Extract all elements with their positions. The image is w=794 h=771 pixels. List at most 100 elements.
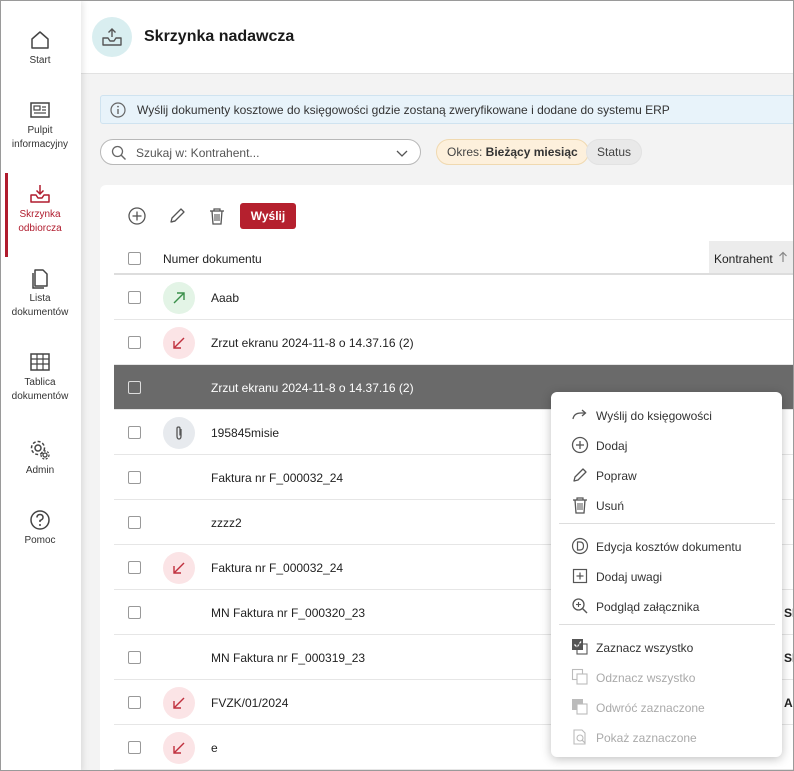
document-type-avatar	[163, 327, 195, 359]
status-label: Status	[597, 145, 632, 159]
sidebar-item-table[interactable]: Tablica dokumentów	[1, 351, 79, 404]
select-all-icon	[572, 639, 588, 655]
menu-item-show-selected[interactable]: Pokaż zaznaczone	[551, 722, 782, 752]
pencil-icon	[573, 468, 587, 482]
document-type-avatar	[163, 732, 195, 764]
document-number: Faktura nr F_000032_24	[211, 561, 344, 575]
menu-item-label: Odznacz wszystko	[596, 671, 696, 685]
row-checkbox[interactable]	[128, 561, 141, 574]
delete-trash-icon[interactable]	[207, 206, 227, 226]
row-checkbox[interactable]	[128, 516, 141, 529]
send-button[interactable]: Wyślij	[240, 203, 296, 229]
search-icon	[111, 145, 126, 160]
home-icon	[31, 31, 49, 49]
menu-divider	[559, 624, 775, 625]
menu-item-send-arrow[interactable]: Wyślij do księgowości	[551, 400, 782, 430]
cost-circle-icon	[571, 537, 589, 555]
row-checkbox[interactable]	[128, 696, 141, 709]
search-field[interactable]	[100, 139, 421, 165]
trash-icon	[573, 497, 587, 514]
menu-item-cost-circle[interactable]: Edycja kosztów dokumentu	[551, 531, 782, 561]
menu-item-select-all[interactable]: Zaznacz wszystko	[551, 632, 782, 662]
info-banner: Wyślij dokumenty kosztowe do księgowości…	[100, 95, 793, 124]
menu-item-label: Dodaj uwagi	[596, 570, 663, 584]
menu-item-trash[interactable]: Usuń	[551, 490, 782, 520]
document-type-avatar	[163, 417, 195, 449]
app-window: Start Pulpit informacyjny Skrzynka odbio…	[0, 0, 794, 771]
sidebar-item-help[interactable]: Pomoc	[1, 509, 79, 548]
column-header-contractor-label: Kontrahent	[714, 252, 773, 266]
menu-item-label: Podgląd załącznika	[596, 600, 700, 614]
inbox-icon	[30, 185, 50, 203]
document-type-avatar	[163, 687, 195, 719]
add-circle-icon	[571, 436, 589, 454]
info-icon	[110, 102, 126, 118]
show-selected-icon	[573, 729, 586, 745]
page-header: Skrzynka nadawcza	[81, 1, 793, 74]
table-row[interactable]: Zrzut ekranu 2024-11-8 o 14.37.16 (2)	[114, 320, 793, 365]
document-number: FVZK/01/2024	[211, 696, 289, 710]
row-checkbox[interactable]	[128, 291, 141, 304]
sidebar-item-inbox[interactable]: Skrzynka odbiorcza	[1, 173, 79, 257]
sidebar-item-label: Skrzynka odbiorcza	[18, 209, 62, 234]
outbox-icon	[92, 17, 132, 57]
help-icon	[30, 510, 50, 530]
row-checkbox[interactable]	[128, 606, 141, 619]
period-filter-chip[interactable]: Okres: Bieżący miesiąc	[436, 139, 589, 165]
contractor-cell: A	[784, 696, 793, 710]
sidebar-item-start[interactable]: Start	[1, 29, 79, 68]
menu-item-invert-selection[interactable]: Odwróć zaznaczone	[551, 692, 782, 722]
menu-item-label: Edycja kosztów dokumentu	[596, 540, 742, 554]
document-number: zzzz2	[211, 516, 242, 530]
context-menu: Wyślij do księgowości Dodaj Popraw Usuń Edyc…	[551, 392, 782, 757]
menu-item-deselect-all[interactable]: Odznacz wszystko	[551, 662, 782, 692]
invert-selection-icon	[572, 699, 588, 715]
menu-item-zoom[interactable]: Podgląd załącznika	[551, 591, 782, 621]
menu-divider	[559, 523, 775, 524]
info-text: Wyślij dokumenty kosztowe do księgowości…	[137, 103, 670, 117]
row-checkbox[interactable]	[128, 471, 141, 484]
menu-item-pencil[interactable]: Popraw	[551, 460, 782, 490]
table-icon	[30, 353, 50, 371]
add-icon[interactable]	[127, 206, 147, 226]
menu-item-add-note[interactable]: Dodaj uwagi	[551, 561, 782, 591]
add-note-icon	[572, 568, 588, 584]
row-checkbox[interactable]	[128, 741, 141, 754]
zoom-icon	[572, 598, 588, 614]
select-all-checkbox[interactable]	[128, 252, 141, 265]
search-input[interactable]	[136, 144, 386, 161]
menu-item-label: Odwróć zaznaczone	[596, 701, 705, 715]
status-filter-chip[interactable]: Status	[586, 139, 643, 165]
send-arrow-icon	[572, 409, 587, 420]
document-number: Zrzut ekranu 2024-11-8 o 14.37.16 (2)	[211, 336, 414, 350]
edit-pencil-icon[interactable]	[167, 206, 187, 226]
dashboard-icon	[30, 102, 50, 118]
incoming-arrow-icon	[173, 697, 185, 709]
row-checkbox[interactable]	[128, 336, 141, 349]
sidebar-item-dashboard[interactable]: Pulpit informacyjny	[1, 99, 79, 152]
sidebar-item-documents[interactable]: Lista dokumentów	[1, 267, 79, 320]
sidebar-item-label: Pomoc	[24, 535, 56, 546]
document-number: 195845misie	[211, 426, 280, 440]
row-checkbox[interactable]	[128, 381, 141, 394]
sidebar-item-label: Lista dokumentów	[11, 293, 69, 318]
table-row[interactable]: Aaab	[114, 275, 793, 320]
sort-ascending-icon[interactable]	[778, 251, 788, 263]
document-number: e	[211, 741, 218, 755]
document-type-avatar	[163, 552, 195, 584]
chevron-down-icon[interactable]	[396, 148, 408, 158]
period-value: Bieżący miesiąc	[485, 145, 578, 159]
row-checkbox[interactable]	[128, 651, 141, 664]
document-number: Zrzut ekranu 2024-11-8 o 14.37.16 (2)	[211, 381, 414, 395]
page-title: Skrzynka nadawcza	[144, 28, 295, 45]
deselect-all-icon	[571, 668, 588, 685]
row-checkbox[interactable]	[128, 426, 141, 439]
sidebar-item-label: Start	[29, 55, 51, 66]
incoming-arrow-icon	[173, 562, 185, 574]
column-header-contractor[interactable]: Kontrahent	[709, 241, 793, 273]
document-number: Faktura nr F_000032_24	[211, 471, 344, 485]
sidebar-item-admin[interactable]: Admin	[1, 439, 79, 478]
column-header-number[interactable]: Numer dokumentu	[163, 252, 262, 266]
menu-item-add-circle[interactable]: Dodaj	[551, 430, 782, 460]
document-number: MN Faktura nr F_000320_23	[211, 606, 366, 620]
